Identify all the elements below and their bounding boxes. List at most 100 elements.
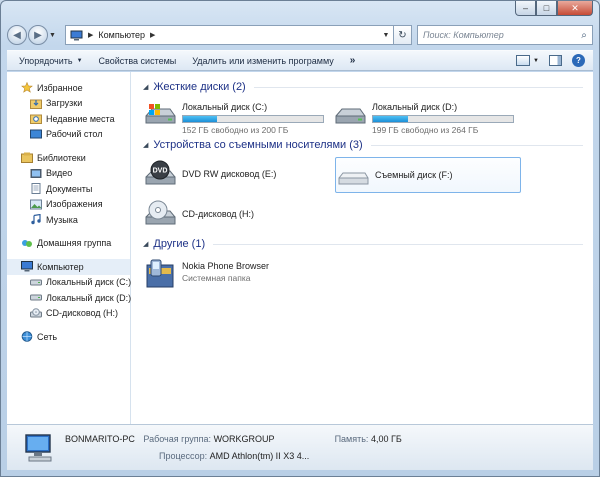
- nav-documents[interactable]: Документы: [7, 181, 130, 197]
- workgroup-label: Рабочая группа:: [143, 433, 212, 444]
- nav-recent-places[interactable]: Недавние места: [7, 111, 130, 127]
- nav-pictures[interactable]: Изображения: [7, 197, 130, 213]
- hard-drive-icon: [335, 108, 366, 124]
- dvd-drive-icon: DVD: [145, 160, 176, 185]
- cpu-label: Процессор:: [159, 450, 208, 461]
- documents-icon: [31, 183, 41, 195]
- drive-name: Локальный диск (D:): [372, 102, 458, 112]
- main-area: Избранное Загрузки Недавние места Рабочи…: [7, 72, 593, 424]
- libraries-icon: [21, 152, 33, 164]
- system-drive-icon: [145, 104, 176, 124]
- desktop-icon: [30, 129, 42, 139]
- nav-homegroup[interactable]: Домашняя группа: [7, 236, 130, 252]
- drive-local-d[interactable]: Локальный диск (D:) 199 ГБ свободно из 2…: [333, 98, 519, 135]
- breadcrumb-separator[interactable]: ▶: [88, 31, 93, 39]
- collapse-triangle-icon[interactable]: ◢: [143, 83, 148, 91]
- search-input[interactable]: Поиск: Компьютер ⌕: [417, 25, 593, 45]
- drive-local-c[interactable]: Локальный диск (C:) 152 ГБ свободно из 2…: [143, 98, 329, 135]
- organize-button[interactable]: Упорядочить ▼: [19, 56, 83, 66]
- drive-free-space: 152 ГБ свободно из 200 ГБ: [182, 125, 289, 135]
- nav-desktop[interactable]: Рабочий стол: [7, 127, 130, 143]
- explorer-window: – □ ✕ ◀ ▶ ▼ ▶ Компьютер ▶ ▼ ↻ Поиск: Ком…: [0, 0, 600, 477]
- nav-libraries[interactable]: Библиотеки: [7, 150, 130, 166]
- history-dropdown[interactable]: ▼: [49, 32, 59, 39]
- forward-arrow-icon: ▶: [34, 29, 42, 41]
- drive-free-space: 199 ГБ свободно из 264 ГБ: [372, 125, 479, 135]
- breadcrumb-separator[interactable]: ▶: [150, 31, 155, 39]
- search-placeholder: Поиск: Компьютер: [423, 30, 504, 40]
- downloads-folder-icon: [30, 99, 42, 109]
- capacity-fill: [183, 116, 217, 122]
- uninstall-program-button[interactable]: Удалить или изменить программу: [192, 56, 333, 66]
- group-header-hard-drives[interactable]: ◢ Жесткие диски (2): [143, 79, 593, 95]
- window-controls: – □ ✕: [515, 1, 593, 16]
- command-bar: Упорядочить ▼ Свойства системы Удалить ил…: [7, 50, 593, 71]
- network-icon: [21, 331, 33, 343]
- star-icon: [21, 82, 33, 93]
- minimize-button[interactable]: –: [515, 1, 536, 16]
- content-pane: ◢ Жесткие диски (2) Локальный диск (C:) 1…: [131, 72, 593, 424]
- navigation-pane: Избранное Загрузки Недавние места Рабочи…: [7, 72, 131, 424]
- hard-drive-icon: [30, 294, 42, 301]
- view-icon: [516, 55, 531, 66]
- breadcrumb-computer[interactable]: Компьютер: [98, 30, 145, 40]
- nav-downloads[interactable]: Загрузки: [7, 96, 130, 112]
- hard-drive-icon: [30, 279, 42, 286]
- address-bar[interactable]: ▶ Компьютер ▶ ▼: [65, 25, 394, 45]
- refresh-icon: ↻: [398, 29, 407, 41]
- details-pane: BONMARITO-PC Рабочая группа: WORKGROUP Па…: [7, 424, 593, 470]
- preview-pane-button[interactable]: [549, 55, 562, 66]
- workgroup-value: WORKGROUP: [213, 433, 275, 444]
- nav-local-disk-d[interactable]: Локальный диск (D:): [7, 290, 131, 306]
- address-dropdown[interactable]: ▼: [379, 32, 393, 39]
- drive-dvd-e[interactable]: DVD DVD RW дисковод (E:): [143, 157, 329, 193]
- system-properties-button[interactable]: Свойства системы: [99, 56, 177, 66]
- organize-label: Упорядочить: [19, 55, 73, 66]
- pictures-icon: [30, 199, 42, 210]
- music-icon: [31, 214, 41, 225]
- help-button[interactable]: ?: [572, 54, 585, 67]
- group-header-other[interactable]: ◢ Другие (1): [143, 236, 593, 252]
- recent-places-icon: [30, 114, 42, 125]
- close-button[interactable]: ✕: [557, 1, 593, 16]
- drive-cd-h[interactable]: CD-дисковод (H:): [143, 197, 329, 233]
- collapse-triangle-icon[interactable]: ◢: [143, 240, 148, 248]
- capacity-fill: [373, 116, 408, 122]
- cpu-value: AMD Athlon(tm) II X3 4...: [209, 450, 310, 461]
- phone-browser-icon: [146, 259, 174, 288]
- nav-cd-drive-h[interactable]: CD-дисковод (H:): [7, 306, 130, 322]
- capacity-bar: [182, 115, 324, 123]
- forward-button[interactable]: ▶: [28, 25, 48, 45]
- drive-name: Съемный диск (F:): [375, 170, 453, 180]
- group-header-removable[interactable]: ◢ Устройства со съемными носителями (3): [143, 137, 593, 153]
- computer-icon: [70, 30, 83, 40]
- change-view-button[interactable]: ▼: [516, 55, 539, 66]
- nav-computer[interactable]: Компьютер: [7, 259, 130, 275]
- maximize-button[interactable]: □: [536, 1, 557, 16]
- computer-icon: [21, 261, 33, 272]
- address-row: ◀ ▶ ▼ ▶ Компьютер ▶ ▼ ↻ Поиск: Компьютер…: [7, 23, 593, 47]
- item-nokia-phone-browser[interactable]: Nokia Phone Browser Системная папка: [143, 255, 329, 291]
- nav-favorites[interactable]: Избранное: [7, 80, 130, 96]
- nav-videos[interactable]: Видео: [7, 166, 130, 182]
- capacity-bar: [372, 115, 514, 123]
- pc-name: BONMARITO-PC: [65, 433, 135, 444]
- video-icon: [30, 168, 42, 178]
- nav-network[interactable]: Сеть: [7, 329, 130, 345]
- back-arrow-icon: ◀: [13, 29, 21, 41]
- drive-name: CD-дисковод (H:): [182, 209, 255, 219]
- back-button[interactable]: ◀: [7, 25, 27, 45]
- homegroup-icon: [22, 239, 32, 247]
- refresh-button[interactable]: ↻: [394, 25, 412, 45]
- nav-local-disk-c[interactable]: Локальный диск (C:): [7, 275, 131, 291]
- search-icon[interactable]: ⌕: [576, 30, 592, 41]
- memory-label: Память:: [334, 433, 369, 444]
- more-commands-button[interactable]: »: [350, 55, 356, 66]
- collapse-triangle-icon[interactable]: ◢: [143, 141, 148, 149]
- svg-text:DVD: DVD: [153, 168, 168, 175]
- item-name: Nokia Phone Browser: [182, 261, 270, 271]
- nav-music[interactable]: Музыка: [7, 212, 130, 228]
- drive-removable-f[interactable]: Съемный диск (F:): [335, 157, 521, 193]
- drive-name: DVD RW дисковод (E:): [182, 169, 277, 179]
- memory-value: 4,00 ГБ: [370, 433, 402, 444]
